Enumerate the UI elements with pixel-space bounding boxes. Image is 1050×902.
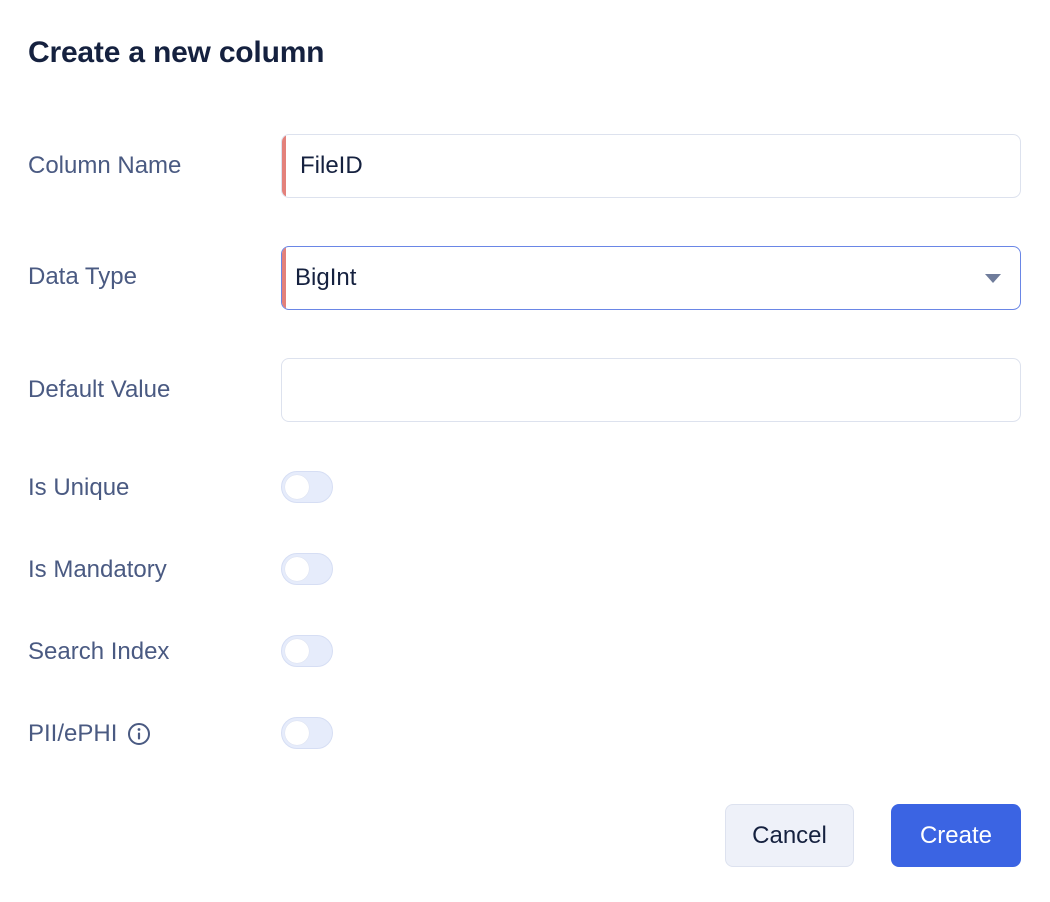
default-value-field (281, 358, 1021, 422)
pii-ephi-toggle[interactable] (281, 717, 333, 749)
data-type-label: Data Type (28, 263, 137, 290)
is-mandatory-label: Is Mandatory (28, 556, 167, 583)
column-name-label: Column Name (28, 152, 182, 179)
column-name-input[interactable] (282, 135, 1020, 197)
info-icon[interactable] (127, 722, 151, 746)
data-type-selected-value: BigInt (295, 264, 357, 291)
toggle-knob (285, 475, 309, 499)
create-column-dialog: Create a new column Column Name Data Typ… (0, 0, 1050, 902)
default-value-input[interactable] (282, 359, 1020, 421)
column-name-field (281, 134, 1021, 198)
search-index-label: Search Index (28, 638, 170, 665)
caret-down-icon[interactable] (985, 273, 1001, 283)
dialog-title: Create a new column (28, 36, 325, 69)
toggle-knob (285, 639, 309, 663)
toggle-knob (285, 721, 309, 745)
pii-ephi-label: PII/ePHI (28, 720, 118, 747)
data-type-select[interactable]: BigInt (281, 246, 1021, 310)
is-mandatory-toggle[interactable] (281, 553, 333, 585)
is-unique-toggle[interactable] (281, 471, 333, 503)
cancel-button[interactable]: Cancel (725, 804, 854, 867)
create-button[interactable]: Create (891, 804, 1021, 867)
search-index-toggle[interactable] (281, 635, 333, 667)
is-unique-label: Is Unique (28, 474, 130, 501)
pii-ephi-label-row: PII/ePHI (28, 720, 151, 748)
toggle-knob (285, 557, 309, 581)
default-value-label: Default Value (28, 376, 171, 403)
